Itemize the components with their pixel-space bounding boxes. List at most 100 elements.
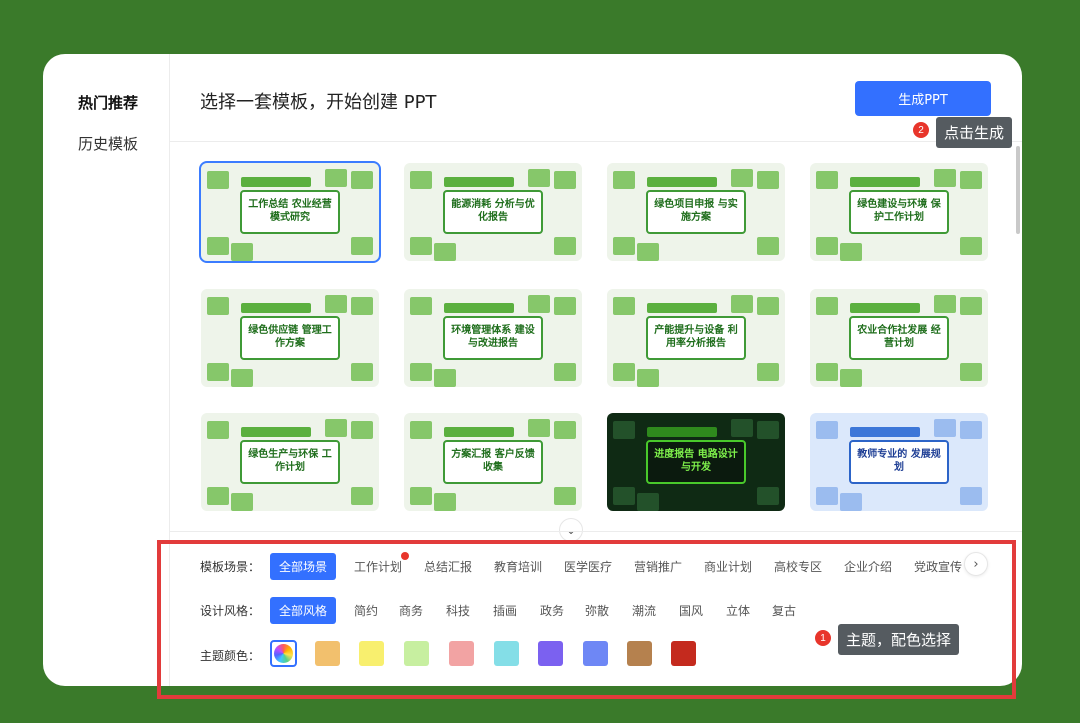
thumbnail-decor — [960, 297, 982, 315]
template-title: 绿色生产与环保 工作计划 — [240, 440, 340, 484]
thumbnail-decor — [410, 487, 432, 505]
thumbnail-decor — [647, 303, 717, 313]
page-title: 选择一套模板，开始创建 PPT — [200, 92, 437, 113]
template-title: 方案汇报 客户反馈收集 — [443, 440, 543, 484]
template-thumbnail[interactable]: 能源消耗 分析与优化报告 — [404, 163, 582, 261]
thumbnail-decor — [840, 493, 862, 511]
thumbnail-decor — [410, 297, 432, 315]
thumbnail-decor — [757, 421, 779, 439]
thumbnail-decor — [351, 297, 373, 315]
thumbnail-decor — [850, 177, 920, 187]
thumbnail-decor — [960, 363, 982, 381]
thumbnail-decor — [554, 487, 576, 505]
thumbnail-decor — [434, 369, 456, 387]
template-thumbnail[interactable]: 环境管理体系 建设与改进报告 — [404, 289, 582, 387]
thumbnail-decor — [840, 243, 862, 261]
thumbnail-decor — [410, 363, 432, 381]
filter-divider — [170, 531, 1022, 532]
step-2-callout: 点击生成 — [936, 117, 1013, 148]
generate-ppt-button[interactable]: 生成PPT — [855, 81, 991, 116]
thumbnail-decor — [528, 419, 550, 437]
thumbnail-decor — [960, 487, 982, 505]
template-title: 绿色建设与环境 保护工作计划 — [849, 190, 949, 234]
sidebar: 热门推荐 历史模板 — [43, 54, 170, 686]
thumbnail-decor — [816, 171, 838, 189]
thumbnail-decor — [444, 303, 514, 313]
header-divider — [170, 141, 1022, 142]
thumbnail-decor — [647, 427, 717, 437]
thumbnail-decor — [816, 297, 838, 315]
template-thumbnail[interactable]: 绿色建设与环境 保护工作计划 — [810, 163, 988, 261]
thumbnail-decor — [850, 303, 920, 313]
thumbnail-decor — [231, 243, 253, 261]
template-title: 教师专业的 发展规划 — [849, 440, 949, 484]
thumbnail-decor — [960, 237, 982, 255]
thumbnail-decor — [410, 237, 432, 255]
template-thumbnail[interactable]: 产能提升与设备 利用率分析报告 — [607, 289, 785, 387]
thumbnail-decor — [554, 171, 576, 189]
step-2-badge: 2 — [913, 122, 929, 138]
thumbnail-decor — [757, 363, 779, 381]
template-thumbnail[interactable]: 绿色供应链 管理工作方案 — [201, 289, 379, 387]
thumbnail-decor — [757, 171, 779, 189]
template-title: 能源消耗 分析与优化报告 — [443, 190, 543, 234]
thumbnail-decor — [960, 421, 982, 439]
thumbnail-decor — [816, 363, 838, 381]
step-1-badge: 1 — [815, 630, 831, 646]
thumbnail-decor — [731, 295, 753, 313]
thumbnail-decor — [241, 177, 311, 187]
thumbnail-decor — [850, 427, 920, 437]
thumbnail-decor — [613, 487, 635, 505]
thumbnail-decor — [613, 171, 635, 189]
template-title: 工作总结 农业经营模式研究 — [240, 190, 340, 234]
template-title: 绿色项目申报 与实施方案 — [646, 190, 746, 234]
thumbnail-decor — [351, 487, 373, 505]
thumbnail-decor — [241, 303, 311, 313]
thumbnail-decor — [207, 363, 229, 381]
template-thumbnail[interactable]: 工作总结 农业经营模式研究 — [199, 161, 381, 263]
thumbnail-decor — [207, 237, 229, 255]
thumbnail-decor — [231, 493, 253, 511]
thumbnail-decor — [840, 369, 862, 387]
thumbnail-decor — [444, 177, 514, 187]
thumbnail-decor — [934, 419, 956, 437]
filter-highlight-box — [157, 540, 1016, 699]
thumbnail-decor — [637, 243, 659, 261]
thumbnail-decor — [207, 421, 229, 439]
thumbnail-decor — [613, 363, 635, 381]
thumbnail-decor — [207, 487, 229, 505]
template-title: 环境管理体系 建设与改进报告 — [443, 316, 543, 360]
thumbnail-decor — [351, 363, 373, 381]
thumbnail-decor — [325, 295, 347, 313]
thumbnail-decor — [960, 171, 982, 189]
thumbnail-decor — [613, 237, 635, 255]
sidebar-item-history[interactable]: 历史模板 — [78, 133, 138, 154]
thumbnail-decor — [637, 369, 659, 387]
scrollbar[interactable] — [1016, 146, 1020, 234]
thumbnail-decor — [613, 297, 635, 315]
template-thumbnail[interactable]: 绿色生产与环保 工作计划 — [201, 413, 379, 511]
thumbnail-decor — [241, 427, 311, 437]
thumbnail-decor — [207, 171, 229, 189]
template-thumbnail[interactable]: 绿色项目申报 与实施方案 — [607, 163, 785, 261]
thumbnail-decor — [554, 363, 576, 381]
thumbnail-decor — [637, 493, 659, 511]
thumbnail-decor — [731, 419, 753, 437]
thumbnail-decor — [528, 169, 550, 187]
thumbnail-decor — [554, 237, 576, 255]
thumbnail-decor — [554, 421, 576, 439]
template-thumbnail[interactable]: 农业合作社发展 经营计划 — [810, 289, 988, 387]
thumbnail-decor — [434, 493, 456, 511]
thumbnail-decor — [325, 419, 347, 437]
thumbnail-decor — [351, 171, 373, 189]
sidebar-item-hot[interactable]: 热门推荐 — [78, 92, 138, 113]
template-thumbnail[interactable]: 方案汇报 客户反馈收集 — [404, 413, 582, 511]
expand-chevron-icon[interactable]: ⌄ — [559, 518, 583, 542]
thumbnail-decor — [757, 487, 779, 505]
template-thumbnail[interactable]: 进度报告 电路设计与开发 — [607, 413, 785, 511]
template-thumbnail[interactable]: 教师专业的 发展规划 — [810, 413, 988, 511]
thumbnail-decor — [647, 177, 717, 187]
thumbnail-decor — [757, 237, 779, 255]
thumbnail-decor — [410, 171, 432, 189]
thumbnail-decor — [816, 487, 838, 505]
